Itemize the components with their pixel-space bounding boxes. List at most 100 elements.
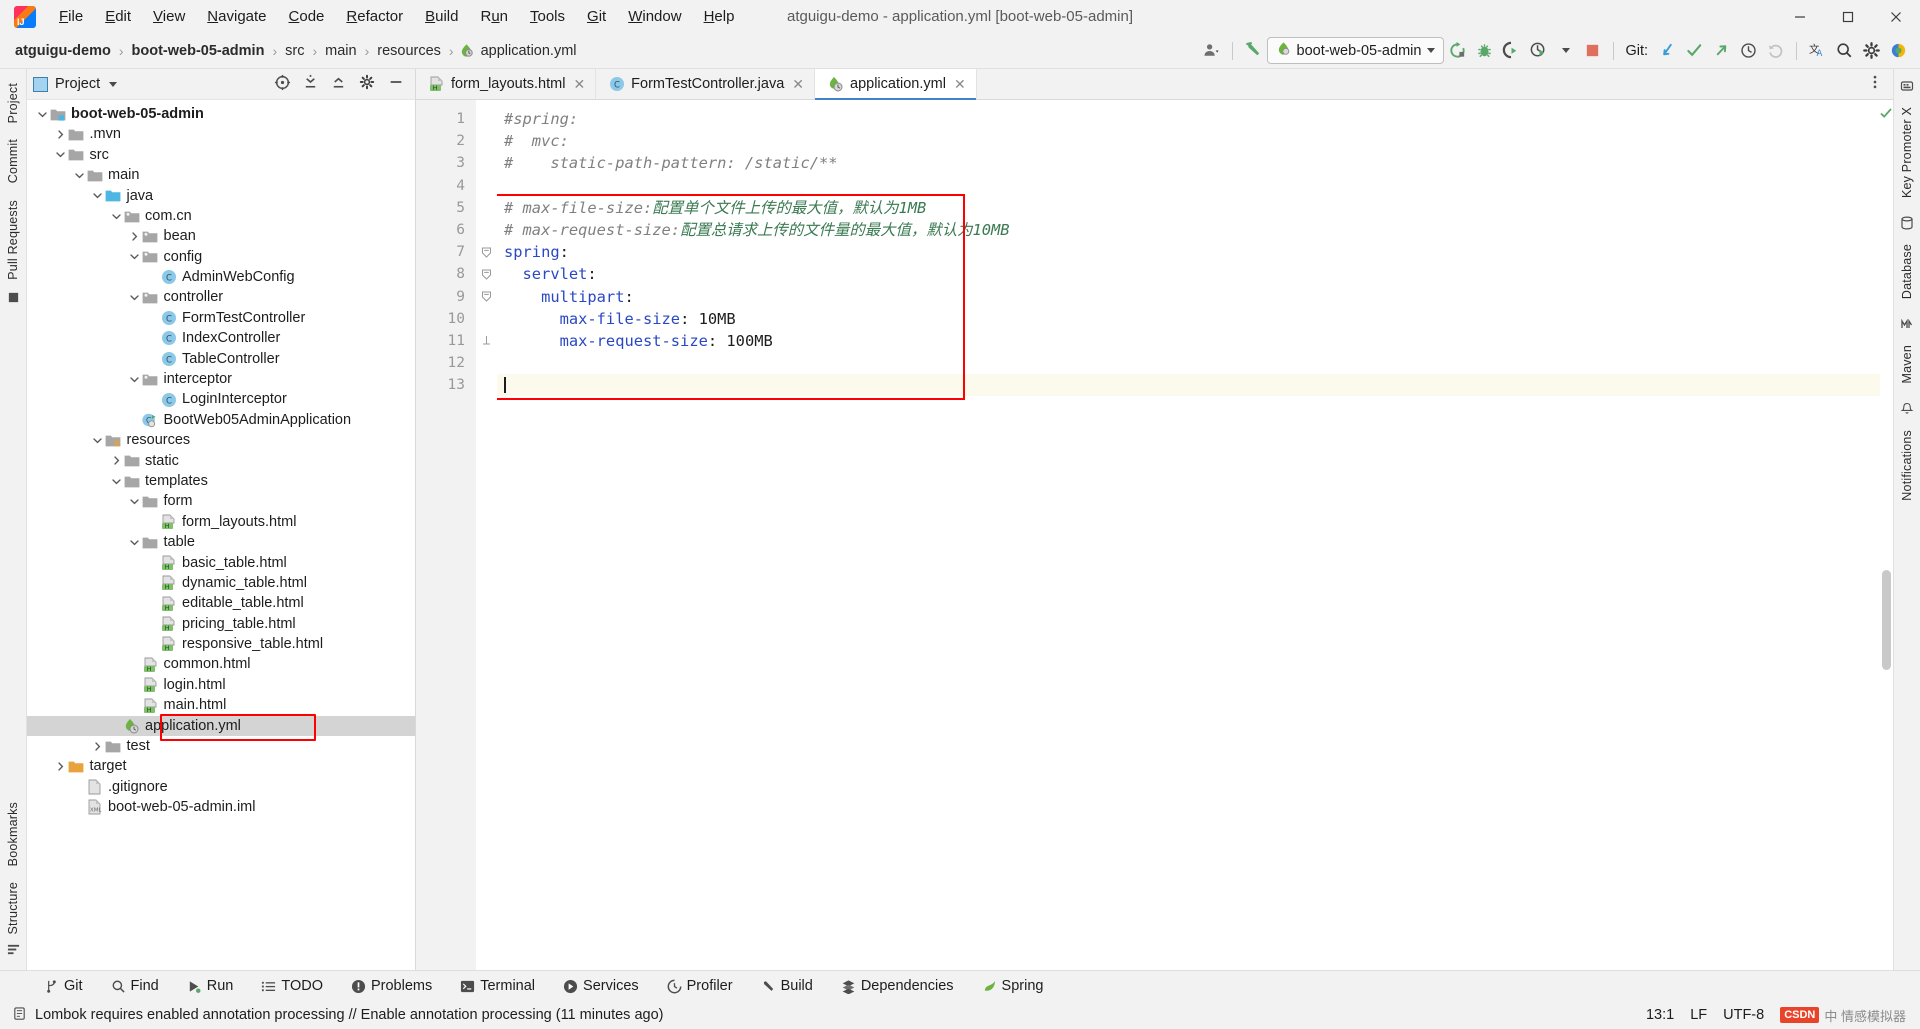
event-log-icon[interactable]: [12, 1006, 27, 1025]
editor-tabs[interactable]: Hform_layouts.html ✕ C FormTestController.j…: [416, 69, 1893, 100]
translate-icon[interactable]: 文A: [1804, 37, 1831, 64]
tree-node-adminwebconfig[interactable]: C AdminWebConfig: [27, 267, 415, 287]
chevron-down-icon[interactable]: [128, 250, 142, 264]
close-button[interactable]: [1872, 0, 1920, 33]
code-line[interactable]: max-request-size: 100MB: [497, 330, 1893, 352]
tool-window-button-dependencies[interactable]: Dependencies: [827, 971, 968, 1001]
menu-edit[interactable]: Edit: [94, 6, 142, 27]
code-line[interactable]: # mvc:: [497, 130, 1893, 152]
run-configuration-selector[interactable]: boot-web-05-admin: [1266, 37, 1445, 64]
file-encoding[interactable]: UTF-8: [1723, 1007, 1764, 1023]
database-icon[interactable]: [1900, 216, 1914, 234]
chevron-down-icon[interactable]: [128, 535, 142, 549]
tree-node-resources[interactable]: resources: [27, 430, 415, 450]
search-icon[interactable]: [1831, 37, 1858, 64]
tool-window-maven[interactable]: Maven: [1900, 345, 1914, 384]
chevron-right-icon[interactable]: [109, 454, 123, 468]
code-line[interactable]: [497, 352, 1893, 374]
structure-icon[interactable]: [7, 943, 20, 960]
chevron-down-icon[interactable]: [109, 474, 123, 488]
chevron-down-icon[interactable]: [91, 433, 105, 447]
collapse-all-icon[interactable]: [326, 74, 351, 95]
tool-window-bar-bottom[interactable]: Git Find Run TODO Problems Terminal Services Pr…: [0, 970, 1920, 1001]
tree-node-src[interactable]: src: [27, 145, 415, 165]
chevron-down-icon[interactable]: [35, 107, 49, 121]
breadcrumb-item-src[interactable]: src: [282, 43, 307, 59]
tool-window-button-profiler[interactable]: Profiler: [653, 971, 747, 1001]
tree-node-mvn[interactable]: .mvn: [27, 124, 415, 144]
chevron-down-icon[interactable]: [54, 148, 68, 162]
breadcrumb-item-module[interactable]: boot-web-05-admin: [129, 43, 268, 59]
tree-node-tablecontroller[interactable]: C TableController: [27, 349, 415, 369]
tree-node-formtestcontroller[interactable]: C FormTestController: [27, 308, 415, 328]
chevron-down-icon[interactable]: [109, 209, 123, 223]
close-icon[interactable]: ✕: [954, 76, 966, 93]
fold-marker-icon[interactable]: [476, 241, 497, 263]
breadcrumb-item-project[interactable]: atguigu-demo: [12, 43, 114, 59]
tool-window-button-build[interactable]: Build: [747, 971, 827, 1001]
tool-window-button-terminal[interactable]: Terminal: [446, 971, 549, 1001]
tree-node-boot-web-05-admin-iml[interactable]: XML boot-web-05-admin.iml: [27, 797, 415, 817]
tree-node-indexcontroller[interactable]: C IndexController: [27, 328, 415, 348]
tree-node-common-html[interactable]: Hcommon.html: [27, 655, 415, 675]
code-line[interactable]: # max-request-size:配置总请求上传的文件量的最大值，默认为10…: [497, 219, 1893, 241]
maven-icon[interactable]: [1900, 317, 1914, 335]
commit-icon[interactable]: [7, 291, 20, 308]
code-line[interactable]: # static-path-pattern: /static/**: [497, 152, 1893, 174]
tree-node-dynamic-table-html[interactable]: Hdynamic_table.html: [27, 573, 415, 593]
tree-node-interceptor[interactable]: interceptor: [27, 369, 415, 389]
editor-tab-application-yml[interactable]: application.yml ✕: [815, 69, 977, 100]
tool-window-structure[interactable]: Structure: [6, 882, 20, 935]
git-update-icon[interactable]: [1654, 37, 1681, 64]
tree-node-pricing-table-html[interactable]: Hpricing_table.html: [27, 614, 415, 634]
close-icon[interactable]: ✕: [573, 76, 585, 93]
stop-icon[interactable]: [1579, 37, 1606, 64]
git-push-icon[interactable]: [1708, 37, 1735, 64]
code-line[interactable]: max-file-size: 10MB: [497, 308, 1893, 330]
code-content[interactable]: #spring: # mvc: # static-path-pattern: /st…: [497, 100, 1893, 970]
fold-marker-icon[interactable]: [476, 330, 497, 352]
code-line[interactable]: [497, 374, 1893, 397]
code-line[interactable]: # max-file-size:配置单个文件上传的最大值，默认为1MB: [497, 197, 1893, 219]
maximize-button[interactable]: [1824, 0, 1872, 33]
code-line[interactable]: #spring:: [497, 108, 1893, 130]
chevron-down-icon[interactable]: [128, 495, 142, 509]
close-icon[interactable]: ✕: [792, 76, 804, 93]
tool-window-button-spring[interactable]: Spring: [968, 971, 1058, 1001]
menu-tools[interactable]: Tools: [519, 6, 576, 27]
editor-tab-form-layouts-html[interactable]: Hform_layouts.html ✕: [416, 69, 597, 99]
git-history-icon[interactable]: [1735, 37, 1762, 64]
tree-node-config[interactable]: config: [27, 247, 415, 267]
tree-node-form-layouts-html[interactable]: Hform_layouts.html: [27, 512, 415, 532]
code-line[interactable]: servlet:: [497, 263, 1893, 285]
tree-node-main[interactable]: main: [27, 165, 415, 185]
tool-window-key-promoter-x[interactable]: Key Promoter X: [1900, 107, 1914, 198]
status-message[interactable]: Lombok requires enabled annotation proce…: [35, 1007, 663, 1023]
fold-marker-icon[interactable]: [476, 263, 497, 285]
gear-icon[interactable]: [1858, 37, 1885, 64]
menu-build[interactable]: Build: [414, 6, 469, 27]
git-commit-icon[interactable]: [1681, 37, 1708, 64]
tool-window-button-git[interactable]: Git: [30, 971, 97, 1001]
profile-icon[interactable]: [1525, 37, 1552, 64]
chevron-right-icon[interactable]: [128, 230, 142, 244]
tree-node-bean[interactable]: bean: [27, 226, 415, 246]
menu-refactor[interactable]: Refactor: [335, 6, 414, 27]
tool-window-button-run[interactable]: Run: [173, 971, 248, 1001]
project-tree[interactable]: boot-web-05-admin .mvn src main java com.cn be…: [27, 100, 415, 970]
line-separator[interactable]: LF: [1690, 1007, 1707, 1023]
menu-view[interactable]: View: [142, 6, 196, 27]
code-line[interactable]: spring:: [497, 241, 1893, 263]
tool-window-commit[interactable]: Commit: [6, 139, 20, 183]
editor-scrollbar-thumb[interactable]: [1882, 570, 1891, 670]
tool-window-button-todo[interactable]: TODO: [247, 971, 337, 1001]
menu-run[interactable]: Run: [469, 6, 519, 27]
tree-node-responsive-table-html[interactable]: Hresponsive_table.html: [27, 634, 415, 654]
tool-window-button-services[interactable]: Services: [549, 971, 653, 1001]
tree-node-controller[interactable]: controller: [27, 288, 415, 308]
build-hammer-icon[interactable]: [1240, 37, 1267, 64]
tree-node-main-html[interactable]: Hmain.html: [27, 695, 415, 715]
chevron-down-icon[interactable]: [91, 189, 105, 203]
chevron-down-icon[interactable]: [128, 372, 142, 386]
tool-window-notifications[interactable]: Notifications: [1900, 430, 1914, 501]
